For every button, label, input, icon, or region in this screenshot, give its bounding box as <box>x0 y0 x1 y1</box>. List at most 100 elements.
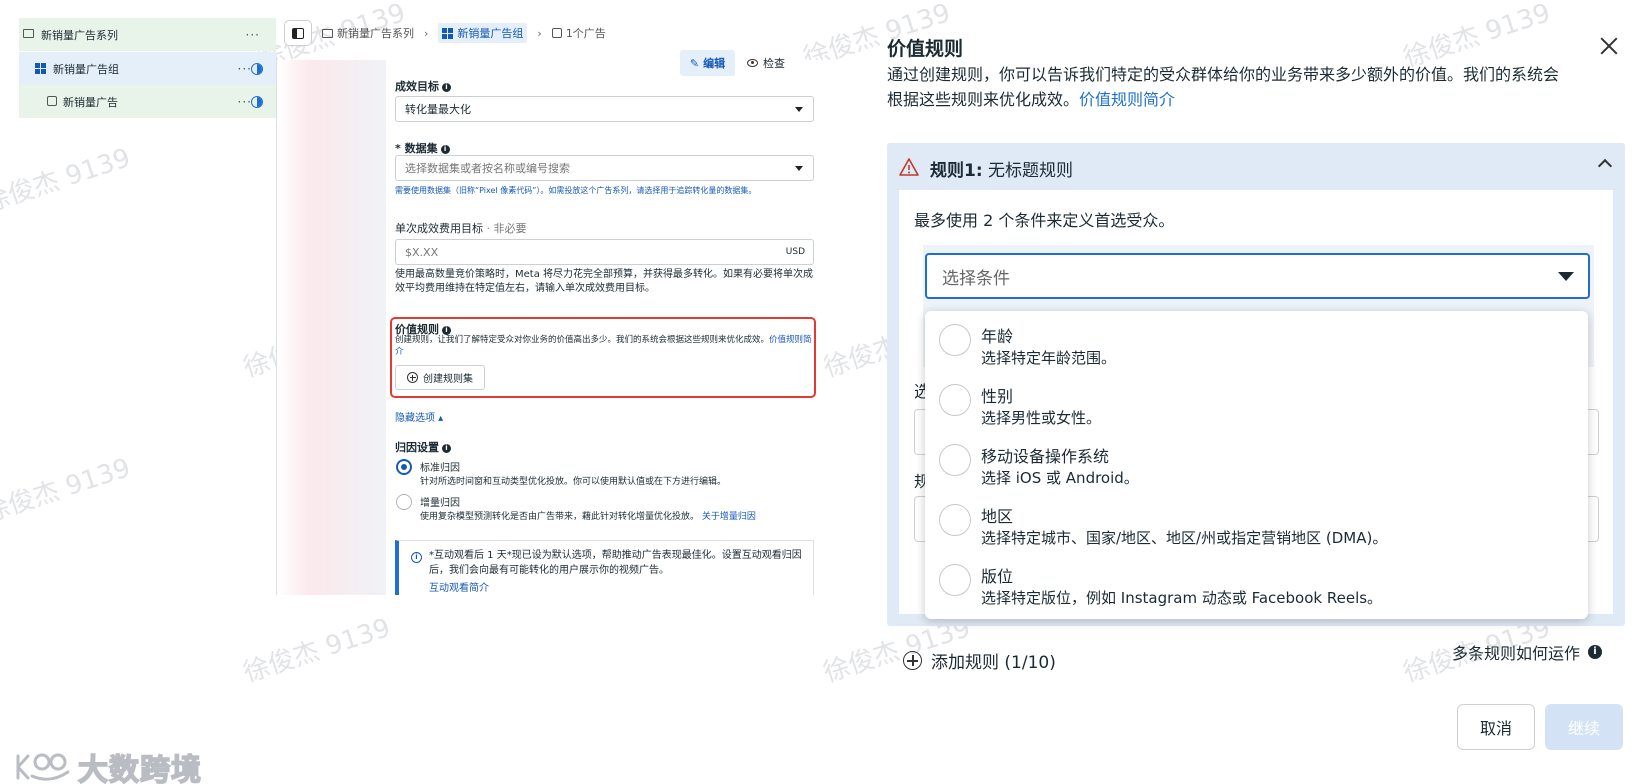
campaign-tree: 新销量广告系列 ··· 新销量广告组 ··· 新销量广告 ··· <box>19 18 276 119</box>
condition-placeholder: 选择条件 <box>942 268 1010 289</box>
option-title: 年龄 <box>981 327 1014 346</box>
pencil-icon: ✎ <box>689 56 700 70</box>
dataset-help: 需要使用数据集（旧称“Pixel 像素代码”）。如需投放这个广告系列，请选择用于… <box>395 186 757 195</box>
condition-option-mobile-os[interactable]: 移动设备操作系统 选择 iOS 或 Android。 <box>925 431 1588 491</box>
breadcrumb-adset[interactable]: 新销量广告组 <box>438 23 528 43</box>
watermark: 徐俊杰 9139 <box>0 453 135 529</box>
breadcrumb-ads[interactable]: 1个广告 <box>551 25 606 41</box>
tree-item-label: 新销量广告系列 <box>41 28 118 42</box>
option-desc: 选择特定版位，例如 Instagram 动态或 Facebook Reels。 <box>981 589 1383 607</box>
condition-option-age[interactable]: 年龄 选择特定年龄范围。 <box>925 311 1588 371</box>
cancel-button[interactable]: 取消 <box>1457 704 1535 750</box>
eye-icon <box>747 59 758 67</box>
goal-select[interactable]: 转化量最大化 <box>395 96 814 122</box>
create-ruleset-button[interactable]: 创建规则集 <box>395 365 485 390</box>
folder-icon <box>23 29 34 38</box>
incremental-attribution-desc: 使用复杂模型预测转化是否由广告带来，藉此针对转化增量优化投放。 关于增量归因 <box>420 512 756 522</box>
breadcrumb-label: 新销量广告系列 <box>337 27 414 40</box>
condition-option-location[interactable]: 地区 选择特定城市、国家/地区、地区/州或指定营销地区 (DMA)。 <box>925 491 1588 551</box>
dataset-placeholder: 选择数据集或者按名称或编号搜索 <box>405 162 570 175</box>
modal-title: 价值规则 <box>887 38 964 60</box>
breadcrumb: 新销量广告系列 › 新销量广告组 › 1个广告 <box>284 20 606 46</box>
condition-option-gender[interactable]: 性别 选择男性或女性。 <box>925 371 1588 431</box>
add-rule-button[interactable]: 添加规则 (1/10) <box>903 648 1056 673</box>
brand-logo-icon <box>16 753 70 781</box>
warning-icon <box>899 158 919 176</box>
notice-banner: i *互动观看后 1 天*现已设为默认选项，帮助推动广告表现最佳化。设置互动观看… <box>395 540 814 595</box>
folder-icon <box>322 28 333 38</box>
caret-down-icon <box>795 166 803 171</box>
condition-dropdown: 年龄 选择特定年龄范围。 性别 选择男性或女性。 移动设备操作系统 选择 iOS… <box>925 311 1588 619</box>
option-desc: 选择 iOS 或 Android。 <box>981 469 1139 487</box>
sidebar-toggle-button[interactable] <box>284 20 312 46</box>
more-icon[interactable]: ··· <box>238 62 252 76</box>
currency-label: USD <box>785 247 805 257</box>
info-icon[interactable]: i <box>440 145 450 154</box>
option-title: 版位 <box>981 567 1014 586</box>
goal-value: 转化量最大化 <box>405 103 471 116</box>
option-desc: 选择特定年龄范围。 <box>981 349 1117 367</box>
notice-text: *互动观看后 1 天*现已设为默认选项，帮助推动广告表现最佳化。设置互动观看归因… <box>429 550 802 576</box>
close-icon[interactable] <box>1597 34 1621 58</box>
incremental-attribution-radio[interactable] <box>396 494 412 510</box>
add-rule-label: 添加规则 (1/10) <box>931 653 1056 673</box>
modal-description: 通过创建规则，你可以告诉我们特定的受众群体给你的业务带来多少额外的价值。我们的系… <box>887 65 1560 109</box>
more-icon[interactable]: ··· <box>246 28 260 42</box>
option-radio[interactable] <box>939 324 971 356</box>
option-radio[interactable] <box>939 384 971 416</box>
notice-link[interactable]: 互动观看简介 <box>429 579 489 594</box>
standard-attribution-desc: 针对所选时间窗和互动类型优化投放。你可以使用默认值或在下方进行编辑。 <box>420 477 727 487</box>
incremental-attribution-title: 增量归因 <box>420 498 460 509</box>
how-rules-work-label: 多条规则如何运作 <box>1452 644 1581 663</box>
tree-item-ad[interactable]: 新销量广告 ··· <box>19 85 276 118</box>
brand-watermark: 大数跨境 <box>12 745 202 784</box>
add-circle-icon <box>903 651 922 670</box>
tree-item-label: 新销量广告组 <box>53 62 119 76</box>
incremental-link[interactable]: 关于增量归因 <box>702 512 756 522</box>
info-icon[interactable]: i <box>442 83 451 92</box>
breadcrumb-campaign[interactable]: 新销量广告系列 <box>322 25 414 41</box>
how-rules-work-link[interactable]: 多条规则如何运作 i <box>1452 640 1603 664</box>
ad-icon <box>47 96 57 106</box>
rule-title[interactable]: 规则1: 无标题规则 <box>930 156 1073 181</box>
delivery-status-icon[interactable] <box>251 95 263 108</box>
continue-button[interactable]: 继续 <box>1545 704 1623 750</box>
option-radio[interactable] <box>939 444 971 476</box>
side-gradient-strip <box>276 60 386 595</box>
breadcrumb-label: 1个广告 <box>565 27 606 40</box>
edit-button[interactable]: ✎ 编辑 <box>680 50 735 76</box>
option-radio[interactable] <box>939 564 971 596</box>
cost-placeholder: $X.XX <box>405 245 439 259</box>
goal-label: 成效目标 i <box>395 78 451 94</box>
option-title: 移动设备操作系统 <box>981 447 1110 466</box>
hide-options-link[interactable]: 隐藏选项 ▴ <box>395 412 820 425</box>
tree-item-adset[interactable]: 新销量广告组 ··· <box>19 52 276 85</box>
tree-item-campaign[interactable]: 新销量广告系列 ··· <box>19 18 276 51</box>
watermark: 徐俊杰 9139 <box>239 613 395 689</box>
info-icon[interactable]: i <box>442 444 451 453</box>
standard-attribution-title: 标准归因 <box>420 463 460 474</box>
standard-attribution-radio[interactable] <box>396 459 412 475</box>
info-icon: i <box>411 552 422 563</box>
watermark: 徐俊杰 9139 <box>0 143 135 219</box>
option-title: 性别 <box>981 387 1014 406</box>
edit-label: 编辑 <box>703 57 726 70</box>
cost-input[interactable]: $X.XX USD <box>395 239 814 265</box>
info-icon: i <box>1588 645 1603 659</box>
cost-help: 使用最高数量竞价策略时，Meta 将尽力花完全部预算，并获得最多转化。如果有必要… <box>395 269 814 294</box>
value-rule-help: 创建规则，让我们了解特定受众对你业务的价值高出多少。我们的系统会根据这些规则来优… <box>395 335 812 357</box>
breadcrumb-label: 新销量广告组 <box>457 27 524 40</box>
delivery-status-icon[interactable] <box>251 62 263 75</box>
more-icon[interactable]: ··· <box>238 95 252 109</box>
caret-down-icon <box>1558 272 1574 281</box>
condition-option-placement[interactable]: 版位 选择特定版位，例如 Instagram 动态或 Facebook Reel… <box>925 551 1588 611</box>
dataset-label: * 数据集 i <box>395 140 450 156</box>
value-rules-intro-link[interactable]: 价值规则简介 <box>1079 90 1175 109</box>
chevron-right-icon: › <box>424 26 429 40</box>
attribution-label: 归因设置 i <box>395 439 451 455</box>
option-radio[interactable] <box>939 504 971 536</box>
dataset-select[interactable]: 选择数据集或者按名称或编号搜索 <box>395 155 814 181</box>
condition-select[interactable]: 选择条件 <box>925 253 1590 299</box>
sidebar-icon <box>292 27 304 39</box>
inspect-button[interactable]: 检查 <box>747 50 785 76</box>
